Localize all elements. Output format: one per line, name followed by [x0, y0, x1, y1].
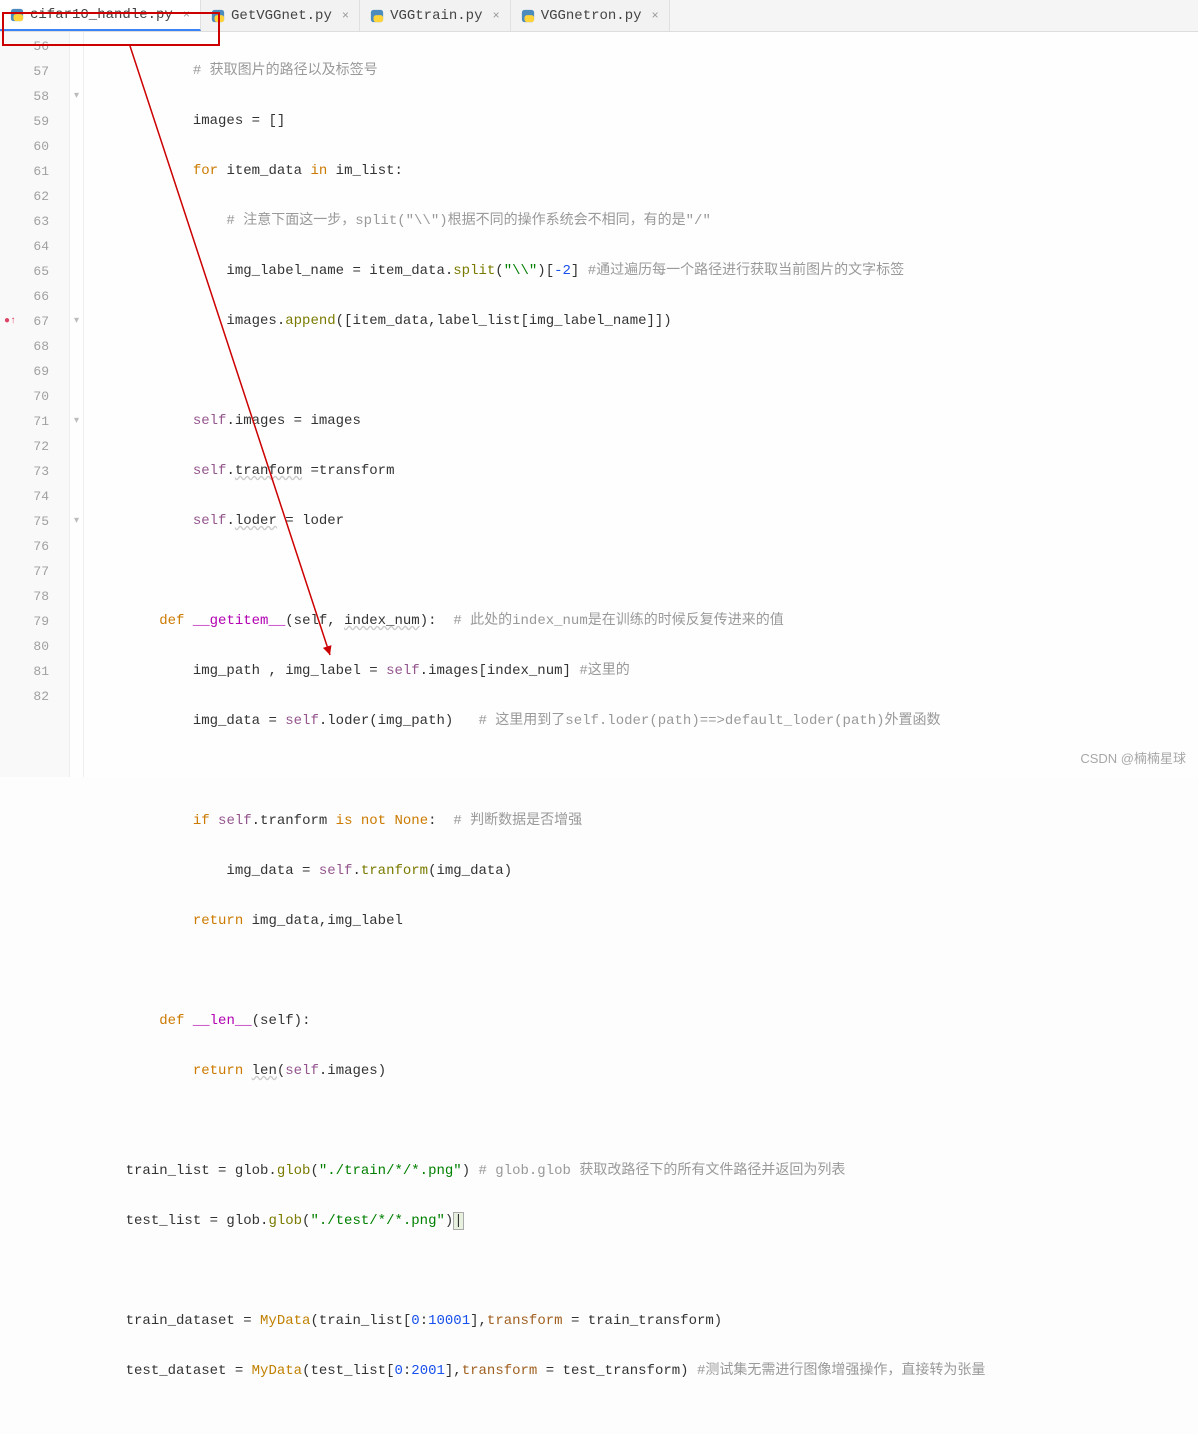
- tab-getvggnet[interactable]: GetVGGnet.py ×: [201, 0, 360, 31]
- close-icon[interactable]: ×: [342, 9, 349, 23]
- line-number: 76: [0, 534, 63, 559]
- line-number: 81: [0, 659, 63, 684]
- fold-handle[interactable]: [70, 34, 83, 59]
- fold-handle[interactable]: [70, 484, 83, 509]
- fold-handle[interactable]: ▾: [70, 409, 83, 434]
- fold-handle[interactable]: [70, 334, 83, 359]
- comment: # 获取图片的路径以及标签号: [193, 63, 378, 79]
- fold-handle[interactable]: [70, 184, 83, 209]
- fold-handle[interactable]: [70, 534, 83, 559]
- line-number: 78: [0, 584, 63, 609]
- line-number: 58: [0, 84, 63, 109]
- line-number: 64: [0, 234, 63, 259]
- fold-handle[interactable]: [70, 384, 83, 409]
- fold-handle[interactable]: [70, 559, 83, 584]
- line-number: 75: [0, 509, 63, 534]
- fold-handle[interactable]: [70, 234, 83, 259]
- close-icon[interactable]: ×: [492, 9, 499, 23]
- fold-handle[interactable]: ▾: [70, 309, 83, 334]
- fold-handle[interactable]: [70, 59, 83, 84]
- line-number: 70: [0, 384, 63, 409]
- line-number: 56: [0, 34, 63, 59]
- line-number: 74: [0, 484, 63, 509]
- line-number: 79: [0, 609, 63, 634]
- fold-handle[interactable]: [70, 659, 83, 684]
- fold-handle[interactable]: [70, 584, 83, 609]
- tab-label: VGGnetron.py: [541, 8, 642, 24]
- fold-handle[interactable]: [70, 609, 83, 634]
- fold-handle[interactable]: [70, 284, 83, 309]
- line-number-gutter: 565758596061626364656667●↑68697071727374…: [0, 32, 70, 777]
- python-file-icon: [370, 9, 384, 23]
- line-number: 65: [0, 259, 63, 284]
- line-number: 61: [0, 159, 63, 184]
- fold-handle[interactable]: ▾: [70, 84, 83, 109]
- line-number: 71: [0, 409, 63, 434]
- tab-label: GetVGGnet.py: [231, 8, 332, 24]
- fold-handle[interactable]: [70, 434, 83, 459]
- python-file-icon: [211, 9, 225, 23]
- line-number: 57: [0, 59, 63, 84]
- line-number: 66: [0, 284, 63, 309]
- breakpoint-icon[interactable]: ●↑: [4, 309, 16, 334]
- editor-tabs: cifar10_handle.py × GetVGGnet.py × VGGtr…: [0, 0, 1198, 32]
- line-number: 69: [0, 359, 63, 384]
- line-number: 60: [0, 134, 63, 159]
- fold-handle[interactable]: [70, 134, 83, 159]
- fold-column: ▾ ▾ ▾ ▾: [70, 32, 84, 777]
- line-number: 80: [0, 634, 63, 659]
- line-number: 77: [0, 559, 63, 584]
- fold-handle[interactable]: [70, 684, 83, 709]
- line-number: 72: [0, 434, 63, 459]
- close-icon[interactable]: ×: [652, 9, 659, 23]
- tab-label: VGGtrain.py: [390, 8, 482, 24]
- line-number: 73: [0, 459, 63, 484]
- fold-handle[interactable]: [70, 159, 83, 184]
- close-icon[interactable]: ×: [183, 8, 190, 22]
- tab-cifar10-handle[interactable]: cifar10_handle.py ×: [0, 0, 201, 31]
- tab-vggnetron[interactable]: VGGnetron.py ×: [511, 0, 670, 31]
- code-area[interactable]: # 获取图片的路径以及标签号 images = [] for item_data…: [84, 32, 1198, 777]
- fold-handle[interactable]: [70, 459, 83, 484]
- fold-handle[interactable]: [70, 109, 83, 134]
- python-file-icon: [10, 8, 24, 22]
- line-number: 63: [0, 209, 63, 234]
- line-number: 68: [0, 334, 63, 359]
- fold-handle[interactable]: ▾: [70, 509, 83, 534]
- line-number: 59: [0, 109, 63, 134]
- comment: # 注意下面这一步，split("\\")根据不同的操作系统会不相同，有的是"/…: [226, 213, 710, 229]
- fold-handle[interactable]: [70, 259, 83, 284]
- code-editor[interactable]: 565758596061626364656667●↑68697071727374…: [0, 32, 1198, 777]
- fold-handle[interactable]: [70, 209, 83, 234]
- fold-handle[interactable]: [70, 634, 83, 659]
- line-number: 82: [0, 684, 63, 709]
- watermark: CSDN @楠楠星球: [1080, 748, 1186, 767]
- tab-label: cifar10_handle.py: [30, 7, 173, 23]
- line-number: 62: [0, 184, 63, 209]
- fold-handle[interactable]: [70, 359, 83, 384]
- line-number: 67●↑: [0, 309, 63, 334]
- tab-vggtrain[interactable]: VGGtrain.py ×: [360, 0, 511, 31]
- python-file-icon: [521, 9, 535, 23]
